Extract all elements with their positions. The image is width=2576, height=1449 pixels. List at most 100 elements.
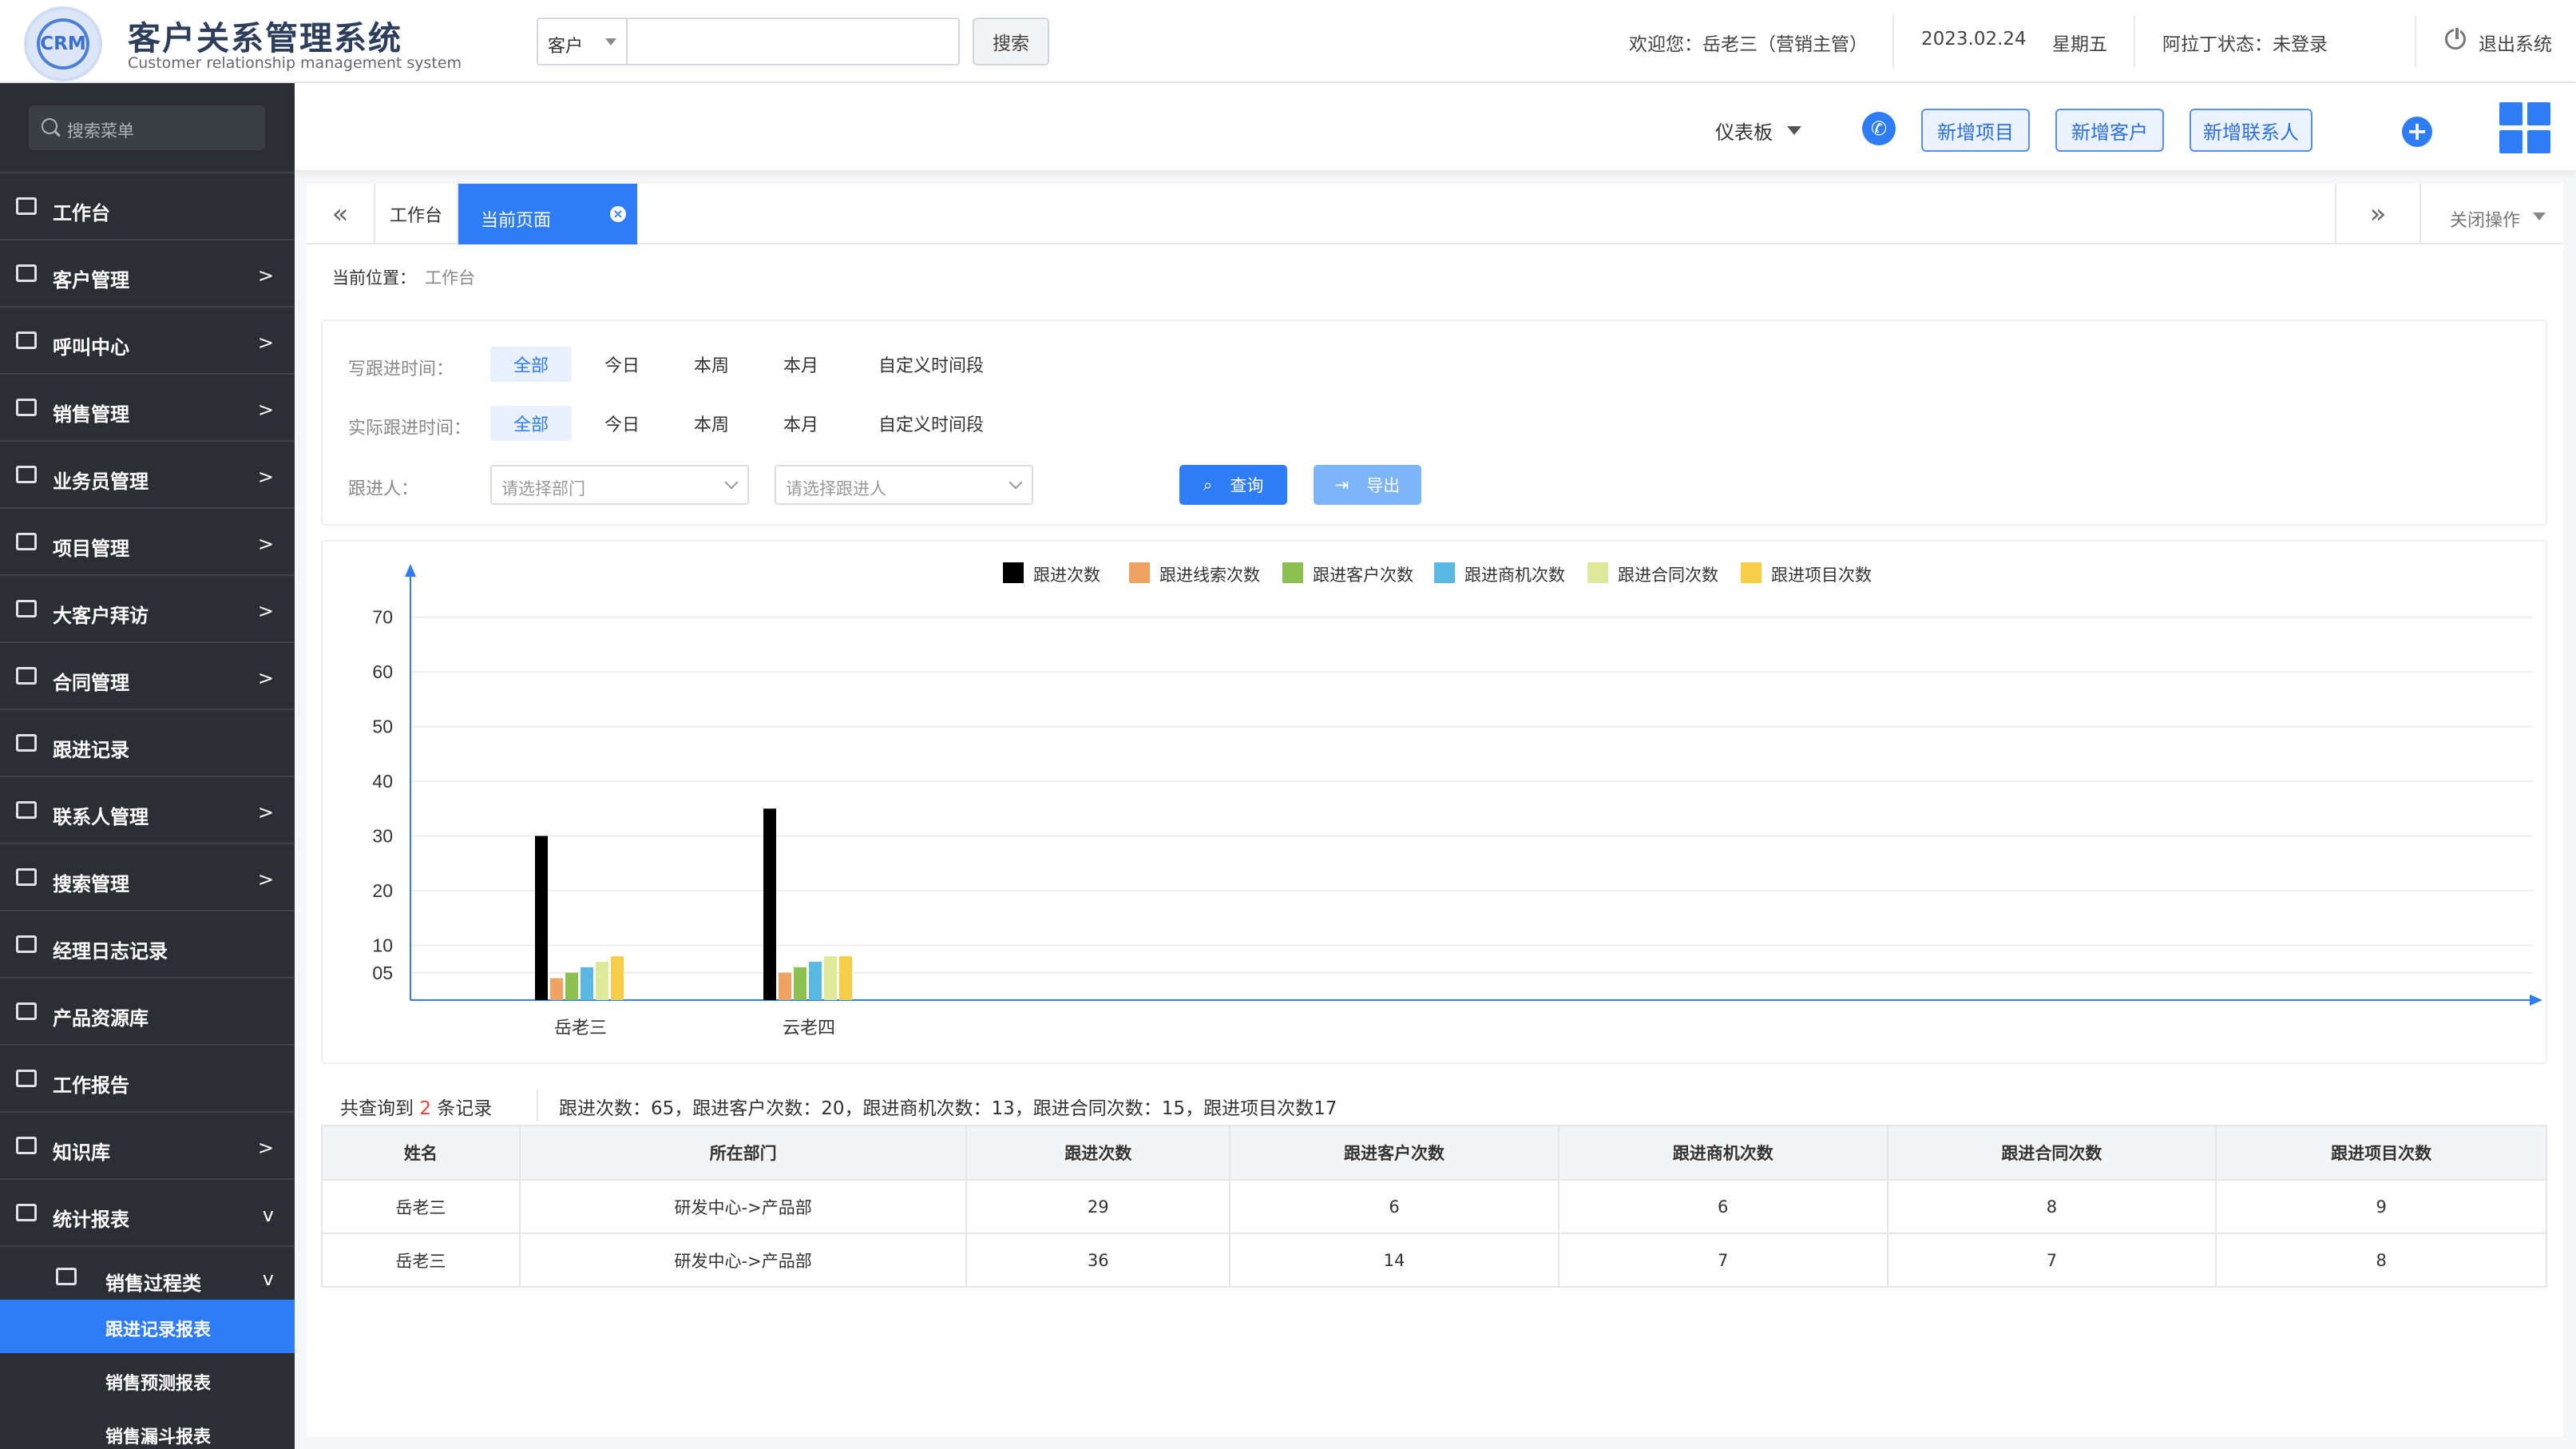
sidebar-item-knowledge[interactable]: 知识库 >: [0, 1111, 295, 1178]
follower-placeholder: 请选择跟进人: [786, 479, 886, 498]
sidebar-item-funnel-report[interactable]: 销售漏斗报表: [0, 1407, 295, 1449]
sidebar-item-product-library[interactable]: 产品资源库: [0, 977, 295, 1044]
write-time-month[interactable]: 本月: [770, 347, 832, 382]
table-cell: 岳老三: [321, 1179, 521, 1234]
bar-chart: 05 10 20 30 40 50 60 70 岳老三 云老四: [372, 564, 2542, 1038]
chevron-icon: >: [257, 1137, 274, 1159]
column-header: 跟进项目次数: [2215, 1125, 2547, 1181]
table-cell: 研发中心->产品部: [518, 1179, 968, 1234]
actual-time-all[interactable]: 全部: [490, 406, 572, 441]
write-time-all[interactable]: 全部: [490, 347, 572, 382]
sidebar-item-label: 呼叫中心: [53, 336, 129, 359]
sidebar-item-forecast-report[interactable]: 销售预测报表: [0, 1353, 295, 1407]
table-row[interactable]: 岳老三 研发中心->产品部 36 14 7 7 8: [321, 1233, 2547, 1288]
tab-current-page[interactable]: 当前页面 ×: [458, 184, 637, 244]
follower-select[interactable]: 请选择跟进人: [775, 465, 1033, 505]
table-row[interactable]: 岳老三 研发中心->产品部 29 6 6 8 9: [321, 1179, 2547, 1234]
department-select[interactable]: 请选择部门: [490, 465, 749, 505]
follower-label: 跟进人：: [348, 479, 419, 499]
search-icon: [16, 868, 37, 886]
write-time-label: 写跟进时间：: [348, 359, 454, 379]
sidebar-item-label: 跟进记录报表: [105, 1320, 212, 1340]
divider: [1892, 16, 1894, 67]
sidebar-item-work-report[interactable]: 工作报告: [0, 1044, 295, 1111]
add-customer-button[interactable]: 新增客户: [2055, 109, 2164, 152]
phone-icon[interactable]: ✆: [1862, 112, 1896, 145]
write-time-custom[interactable]: 自定义时间段: [867, 347, 995, 382]
chevron-icon: >: [257, 801, 274, 824]
search-input[interactable]: [626, 18, 960, 66]
actual-time-month[interactable]: 本月: [770, 406, 832, 441]
query-button[interactable]: ⌕ 查询: [1179, 465, 1287, 505]
sidebar-item-followups[interactable]: 跟进记录: [0, 709, 295, 776]
date-text: 2023.02.24: [1921, 29, 2027, 50]
chevron-icon: v: [262, 1204, 274, 1226]
export-button[interactable]: ⇥ 导出: [1314, 465, 1421, 505]
breadcrumb[interactable]: 工作台: [425, 265, 475, 289]
sidebar-item-label: 业务员管理: [53, 470, 149, 493]
sidebar-item-label: 大客户拜访: [53, 605, 149, 627]
scroll-right-icon[interactable]: »: [2335, 184, 2419, 244]
user-icon: [16, 600, 37, 617]
sidebar-subgroup-sales-process[interactable]: 销售过程类 v: [0, 1245, 295, 1306]
apps-grid-icon[interactable]: [2499, 102, 2550, 153]
chevron-down-icon: [1009, 475, 1023, 490]
scroll-left-icon[interactable]: «: [307, 184, 375, 244]
y-tick-label: 70: [372, 607, 393, 628]
sidebar-item-sales[interactable]: 销售管理 >: [0, 373, 295, 440]
close-operations-dropdown[interactable]: 关闭操作: [2419, 184, 2563, 244]
actual-time-custom[interactable]: 自定义时间段: [867, 406, 995, 441]
menu-search-input[interactable]: 搜索菜单: [29, 105, 265, 150]
close-operations-label: 关闭操作: [2450, 211, 2521, 231]
add-icon[interactable]: +: [2402, 117, 2432, 147]
power-icon[interactable]: [2445, 26, 2466, 50]
column-header: 跟进客户次数: [1229, 1125, 1559, 1181]
actual-time-today[interactable]: 今日: [591, 406, 653, 441]
add-project-button[interactable]: 新增项目: [1921, 109, 2030, 152]
record-count-prefix: 共查询到: [340, 1098, 420, 1119]
sidebar-item-salesmen[interactable]: 业务员管理 >: [0, 440, 295, 507]
add-contact-button[interactable]: 新增联系人: [2190, 109, 2312, 152]
sidebar-item-label: 工作报告: [53, 1074, 129, 1097]
sidebar-item-manager-log[interactable]: 经理日志记录: [0, 910, 295, 977]
sidebar-item-contacts[interactable]: 联系人管理 >: [0, 776, 295, 843]
dashboard-dropdown[interactable]: 仪表板: [1715, 117, 1773, 145]
bar: [824, 956, 837, 1000]
sidebar-item-workbench[interactable]: 工作台: [0, 172, 295, 239]
weekday-text: 星期五: [2052, 34, 2107, 55]
y-tick-label: 10: [372, 935, 393, 956]
sidebar-item-projects[interactable]: 项目管理 >: [0, 507, 295, 574]
y-tick-label: 30: [372, 826, 393, 847]
line-chart-icon: [16, 1204, 37, 1221]
sidebar-item-label: 合同管理: [53, 672, 129, 694]
column-header: 跟进商机次数: [1557, 1125, 1888, 1181]
search-type-select[interactable]: 客户: [537, 18, 626, 66]
sidebar-item-contracts[interactable]: 合同管理 >: [0, 641, 295, 709]
sidebar-item-key-visits[interactable]: 大客户拜访 >: [0, 574, 295, 641]
sidebar-item-label: 经理日志记录: [53, 940, 168, 963]
sidebar-item-call-center[interactable]: 呼叫中心 >: [0, 306, 295, 373]
chevron-icon: >: [257, 533, 274, 555]
caret-down-icon: [2533, 212, 2546, 220]
x-category-label: 岳老三: [554, 1018, 607, 1038]
bar: [535, 836, 548, 1000]
table-cell: 7: [1557, 1233, 1888, 1288]
search-icon: ⌕: [1203, 474, 1213, 494]
actual-time-week[interactable]: 本周: [680, 406, 743, 441]
sidebar-item-statistics[interactable]: 统计报表 v: [0, 1178, 295, 1245]
search-button[interactable]: 搜索: [973, 18, 1049, 66]
write-time-today[interactable]: 今日: [591, 347, 653, 382]
column-header: 姓名: [321, 1125, 521, 1181]
contact-card-icon: [16, 801, 37, 819]
tab-workbench[interactable]: 工作台: [375, 184, 458, 244]
bar-chart-icon: [16, 399, 37, 416]
y-tick-label: 50: [372, 717, 393, 737]
sidebar-item-customers[interactable]: 客户管理 >: [0, 239, 295, 306]
logout-link[interactable]: 退出系统: [2479, 29, 2552, 56]
sidebar-item-followup-report[interactable]: 跟进记录报表: [0, 1300, 295, 1353]
bar: [794, 967, 806, 1000]
write-time-week[interactable]: 本周: [680, 347, 743, 382]
sidebar-item-search-mgmt[interactable]: 搜索管理 >: [0, 843, 295, 910]
sidebar-item-label: 销售管理: [53, 403, 129, 426]
close-icon[interactable]: ×: [610, 206, 626, 222]
